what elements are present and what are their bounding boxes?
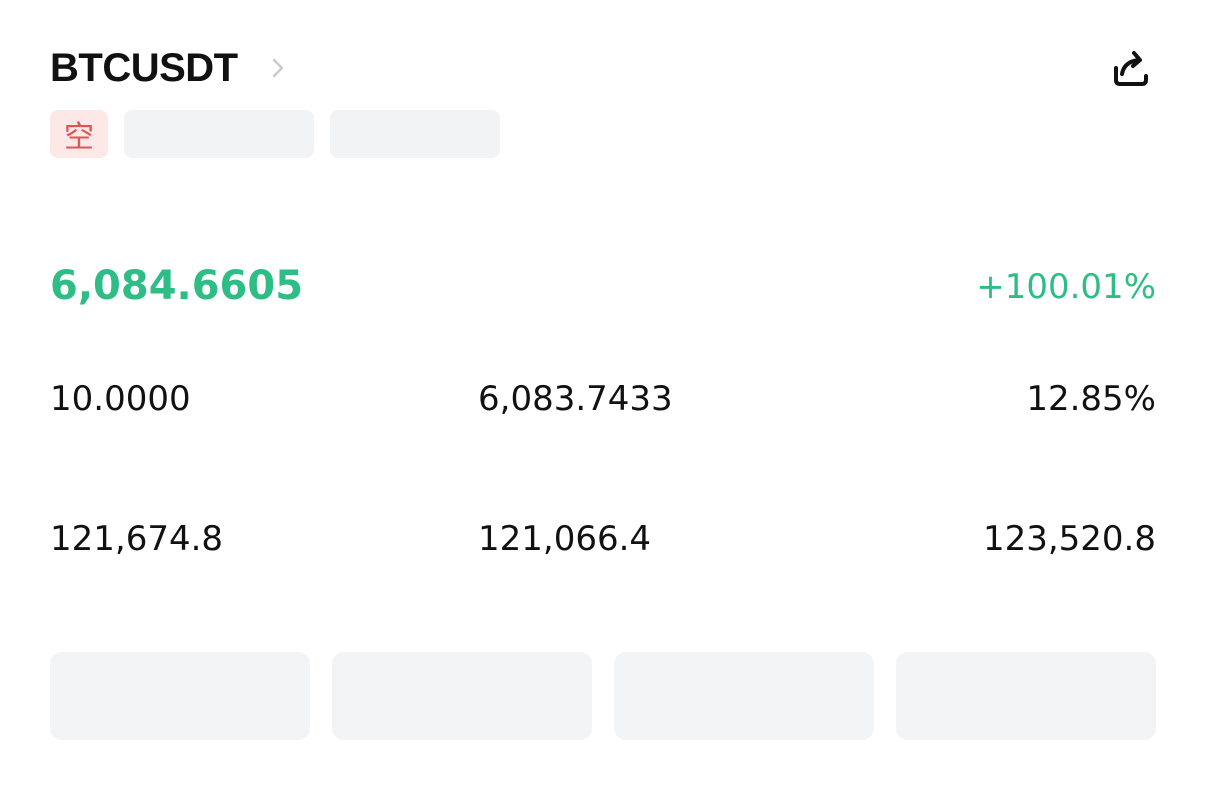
stat-cell: 121,674.8 <box>50 495 410 559</box>
stat-cell: 121,066.4 <box>478 495 838 559</box>
meta-chip-2 <box>330 110 500 158</box>
stat-value: 121,674.8 <box>50 519 224 559</box>
roe-value: +100.01% <box>976 267 1156 307</box>
position-detail-page: BTCUSDT 空 6,084.6605 +100.01% 10.0000 6,… <box>0 0 1206 790</box>
stat-value: 123,520.8 <box>982 519 1156 559</box>
header: BTCUSDT <box>50 40 1156 100</box>
unrealized-pnl-value: 6,084.6605 <box>50 263 304 309</box>
stat-value: 6,083.7433 <box>478 379 673 419</box>
meta-chip-1 <box>124 110 314 158</box>
action-bar <box>50 652 1156 742</box>
chevron-right-icon <box>266 56 290 80</box>
stat-cell: 10.0000 <box>50 355 410 419</box>
action-button-3[interactable] <box>614 652 874 740</box>
symbol-title: BTCUSDT <box>50 46 238 90</box>
action-button-2[interactable] <box>332 652 592 740</box>
share-icon <box>1114 51 1148 86</box>
stat-value: 10.0000 <box>50 379 191 419</box>
share-button[interactable] <box>1106 42 1156 92</box>
action-button-1[interactable] <box>50 652 310 740</box>
stat-value: 12.85% <box>1026 379 1156 419</box>
side-badge: 空 <box>50 110 108 158</box>
stat-value: 121,066.4 <box>478 519 652 559</box>
symbol-link[interactable]: BTCUSDT <box>50 46 290 90</box>
tag-row: 空 <box>50 110 500 158</box>
stat-cell: 12.85% <box>796 355 1156 419</box>
action-button-4[interactable] <box>896 652 1156 740</box>
stat-cell: 6,083.7433 <box>478 355 838 419</box>
stat-cell: 123,520.8 <box>796 495 1156 559</box>
